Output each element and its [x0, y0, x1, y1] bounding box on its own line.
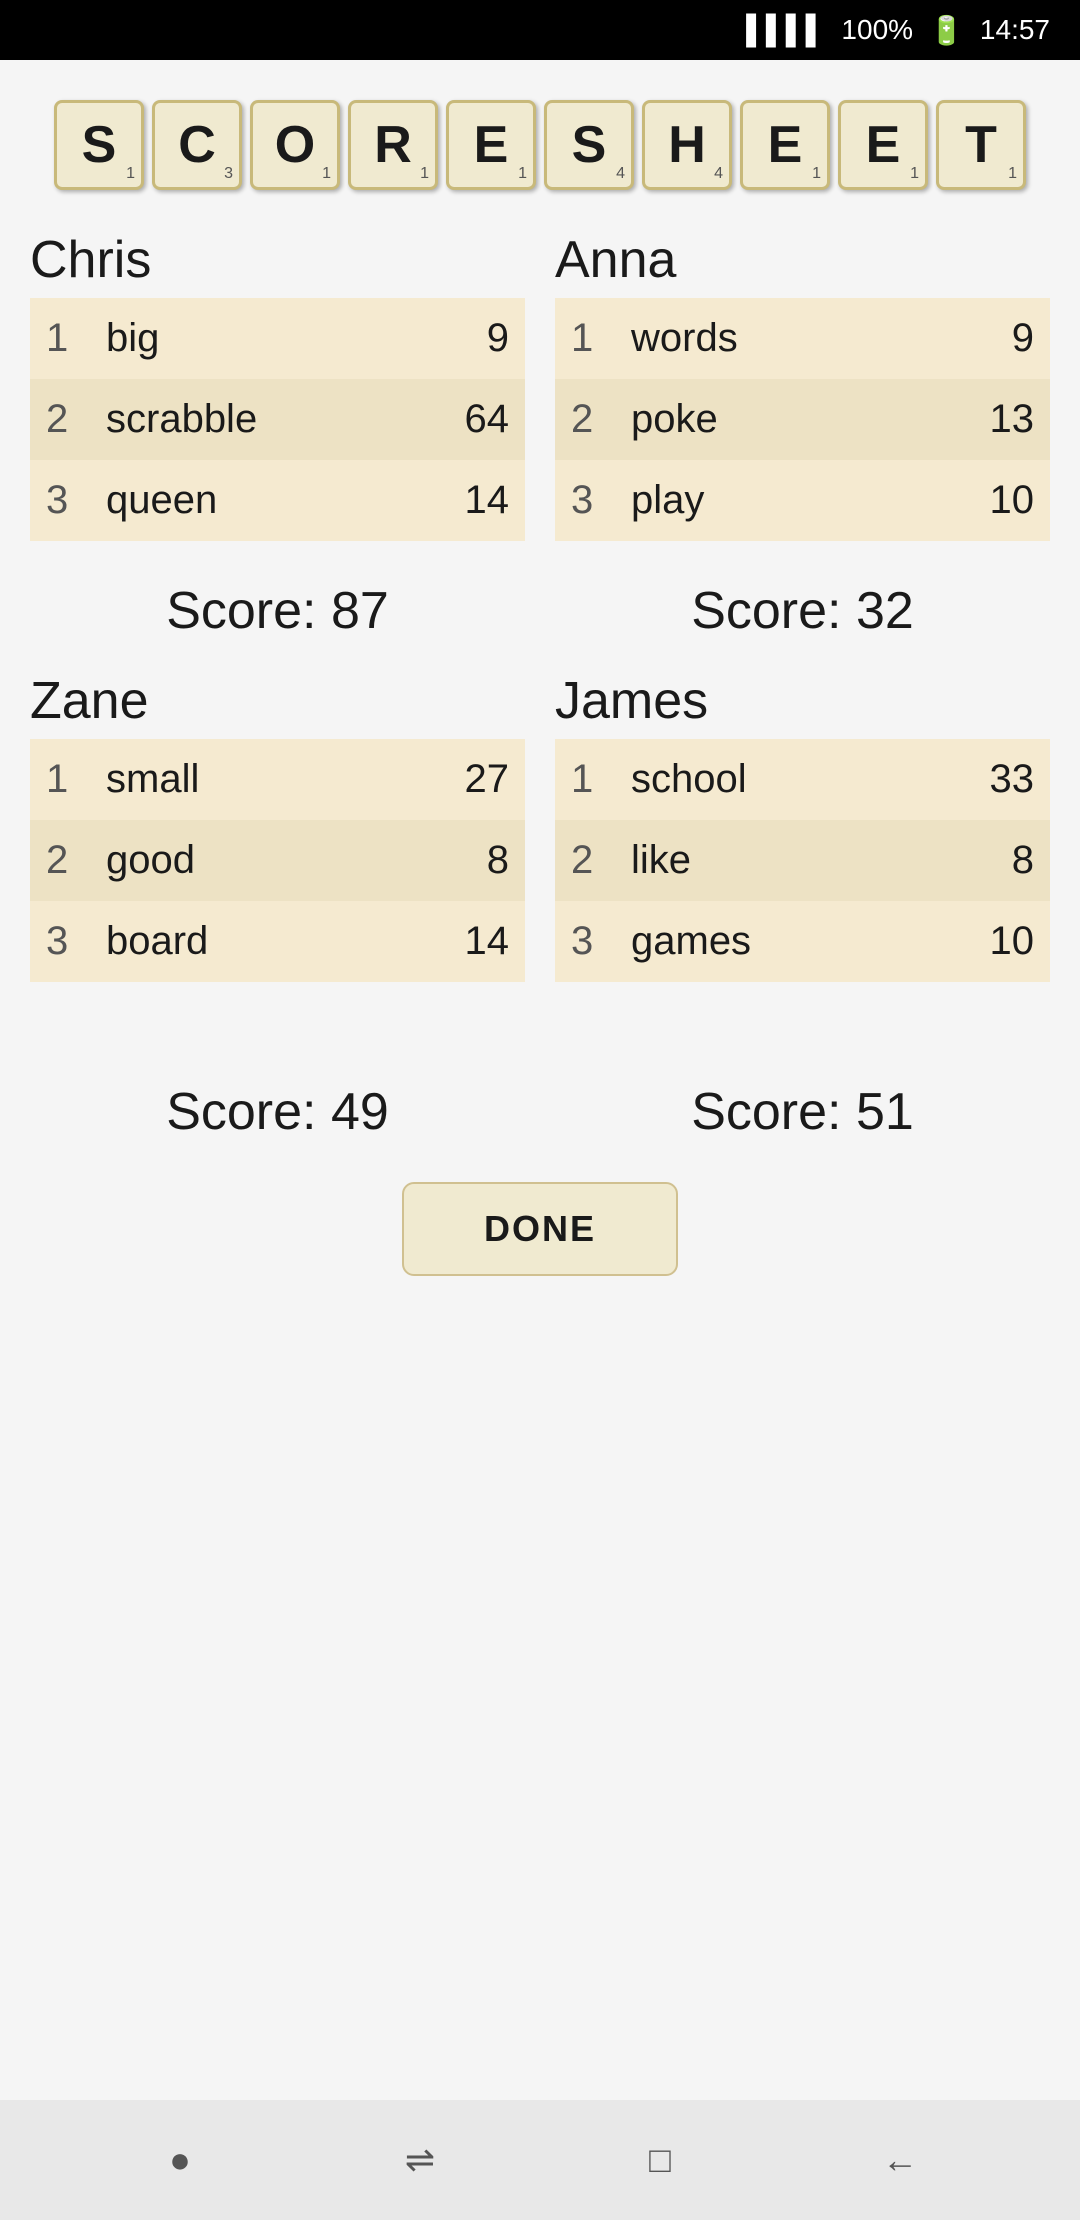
time: 14:57 [980, 14, 1050, 46]
table-row: 3 board 14 [30, 901, 525, 982]
table-row: 1 words 9 [555, 298, 1050, 379]
chris-total: Score: 87 [30, 581, 525, 641]
done-button-area: DONE [30, 1162, 1050, 1306]
title-tile-s: S1 [54, 100, 144, 190]
play-score: 64 [397, 379, 525, 460]
play-score: 33 [904, 739, 1050, 820]
player-anna-section: Anna 1 words 9 2 poke 13 3 play 10 [555, 220, 1050, 541]
play-score: 9 [397, 298, 525, 379]
play-score: 13 [895, 379, 1050, 460]
player-james-name: James [555, 661, 1050, 739]
table-row: 3 play 10 [555, 460, 1050, 541]
play-number: 3 [555, 460, 615, 541]
player-chris-section: Chris 1 big 9 2 scrabble 64 3 queen 14 [30, 220, 525, 541]
play-score: 10 [895, 460, 1050, 541]
play-number: 2 [555, 820, 615, 901]
player-anna-table: 1 words 9 2 poke 13 3 play 10 [555, 298, 1050, 541]
player-james-table: 1 school 33 2 like 8 3 games 10 [555, 739, 1050, 982]
bottom-scores-row: Score: 49 Score: 51 [30, 1042, 1050, 1162]
title-tile-t: T1 [936, 100, 1026, 190]
play-word: play [615, 460, 895, 541]
table-row: 1 school 33 [555, 739, 1050, 820]
bottom-players-grid: Zane 1 small 27 2 good 8 3 board 14 Jame… [30, 661, 1050, 982]
play-word: games [615, 901, 904, 982]
james-total: Score: 51 [555, 1082, 1050, 1142]
menu-icon[interactable]: ⇌ [390, 2130, 450, 2190]
play-score: 10 [904, 901, 1050, 982]
title-tile-h: H4 [642, 100, 732, 190]
play-score: 8 [367, 820, 525, 901]
table-row: 2 like 8 [555, 820, 1050, 901]
home-icon[interactable]: ● [150, 2130, 210, 2190]
player-zane-table: 1 small 27 2 good 8 3 board 14 [30, 739, 525, 982]
play-number: 2 [30, 820, 90, 901]
bottom-nav: ● ⇌ □ ← [0, 2100, 1080, 2220]
play-word: scrabble [90, 379, 397, 460]
play-number: 1 [555, 739, 615, 820]
play-word: big [90, 298, 397, 379]
play-score: 8 [904, 820, 1050, 901]
player-zane-name: Zane [30, 661, 525, 739]
play-number: 1 [555, 298, 615, 379]
title-tile-r: R1 [348, 100, 438, 190]
play-number: 2 [555, 379, 615, 460]
table-row: 2 good 8 [30, 820, 525, 901]
play-number: 1 [30, 739, 90, 820]
back-icon[interactable]: ← [870, 2130, 930, 2190]
table-row: 1 small 27 [30, 739, 525, 820]
play-word: poke [615, 379, 895, 460]
table-row: 2 scrabble 64 [30, 379, 525, 460]
play-word: like [615, 820, 904, 901]
title-tile-c: C3 [152, 100, 242, 190]
play-score: 14 [397, 460, 525, 541]
square-icon[interactable]: □ [630, 2130, 690, 2190]
play-score: 27 [367, 739, 525, 820]
battery-percent: 100% [841, 14, 913, 46]
title-tile-o: O1 [250, 100, 340, 190]
table-row: 1 big 9 [30, 298, 525, 379]
player-anna-name: Anna [555, 220, 1050, 298]
status-bar: ▌▌▌▌ 100% 🔋 14:57 [0, 0, 1080, 60]
play-word: small [90, 739, 367, 820]
play-word: school [615, 739, 904, 820]
done-button[interactable]: DONE [402, 1182, 678, 1276]
table-row: 3 queen 14 [30, 460, 525, 541]
title-tile-e: E1 [740, 100, 830, 190]
title-tile-e: E1 [446, 100, 536, 190]
play-word: queen [90, 460, 397, 541]
player-zane-section: Zane 1 small 27 2 good 8 3 board 14 [30, 661, 525, 982]
play-number: 3 [30, 460, 90, 541]
top-scores-row: Score: 87 Score: 32 [30, 541, 1050, 661]
top-players-grid: Chris 1 big 9 2 scrabble 64 3 queen 14 A… [30, 220, 1050, 541]
table-row: 3 games 10 [555, 901, 1050, 982]
title-tile-e: E1 [838, 100, 928, 190]
play-number: 2 [30, 379, 90, 460]
play-word: good [90, 820, 367, 901]
anna-total: Score: 32 [555, 581, 1050, 641]
title-tile-s: S4 [544, 100, 634, 190]
signal-icon: ▌▌▌▌ [746, 14, 825, 46]
table-row: 2 poke 13 [555, 379, 1050, 460]
play-score: 9 [895, 298, 1050, 379]
play-number: 3 [30, 901, 90, 982]
play-number: 3 [555, 901, 615, 982]
play-number: 1 [30, 298, 90, 379]
zane-total: Score: 49 [30, 1082, 525, 1142]
player-chris-table: 1 big 9 2 scrabble 64 3 queen 14 [30, 298, 525, 541]
main-content: Chris 1 big 9 2 scrabble 64 3 queen 14 A… [0, 210, 1080, 2100]
play-word: board [90, 901, 367, 982]
player-james-section: James 1 school 33 2 like 8 3 games 10 [555, 661, 1050, 982]
battery-icon: 🔋 [929, 14, 964, 47]
player-chris-name: Chris [30, 220, 525, 298]
play-word: words [615, 298, 895, 379]
play-score: 14 [367, 901, 525, 982]
title-area: S1C3O1R1E1S4H4E1E1T1 [0, 60, 1080, 210]
